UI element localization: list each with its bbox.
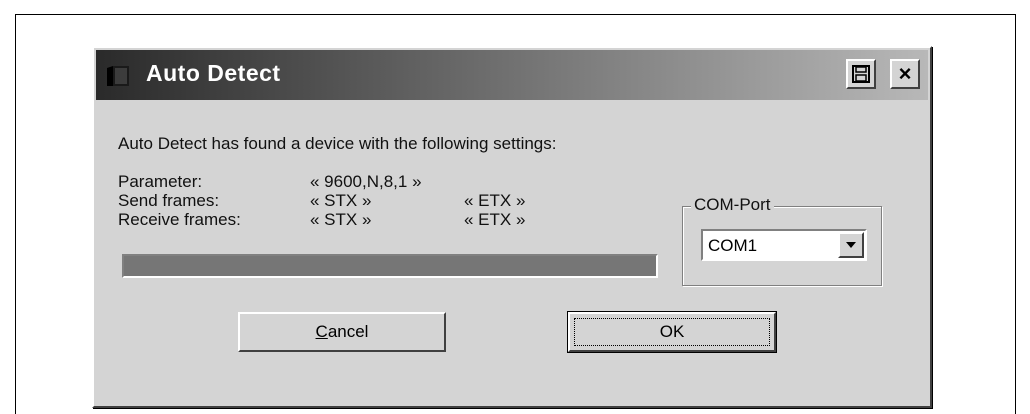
app-icon <box>107 66 129 86</box>
save-icon[interactable] <box>846 59 876 89</box>
com-port-select[interactable]: COM1 <box>701 229 867 261</box>
cancel-button[interactable]: Cancel <box>238 312 446 352</box>
focus-rectangle <box>574 318 770 346</box>
progress-bar <box>122 254 658 278</box>
ok-button[interactable]: OK <box>568 312 776 352</box>
chevron-down-icon[interactable] <box>838 232 864 258</box>
send-frames-label: Send frames: <box>118 191 220 210</box>
cancel-button-label: Cancel <box>315 322 369 341</box>
com-port-label: COM-Port <box>691 195 774 215</box>
auto-detect-dialog: Auto Detect × Auto Detect has found a de… <box>92 46 932 408</box>
com-port-value: COM1 <box>708 236 758 255</box>
message-text: Auto Detect has found a device with the … <box>118 134 557 153</box>
parameter-label: Parameter: <box>118 172 203 191</box>
receive-frames-end: « ETX » <box>464 210 526 229</box>
com-port-group: COM-Port COM1 <box>682 195 882 286</box>
close-button[interactable]: × <box>890 59 920 89</box>
send-frames-start: « STX » <box>310 191 372 210</box>
parameter-value: « 9600,N,8,1 » <box>310 172 422 191</box>
title-bar[interactable]: Auto Detect × <box>96 50 928 100</box>
receive-frames-start: « STX » <box>310 210 372 229</box>
receive-frames-label: Receive frames: <box>118 210 241 229</box>
send-frames-end: « ETX » <box>464 191 526 210</box>
dialog-title: Auto Detect <box>146 60 281 86</box>
